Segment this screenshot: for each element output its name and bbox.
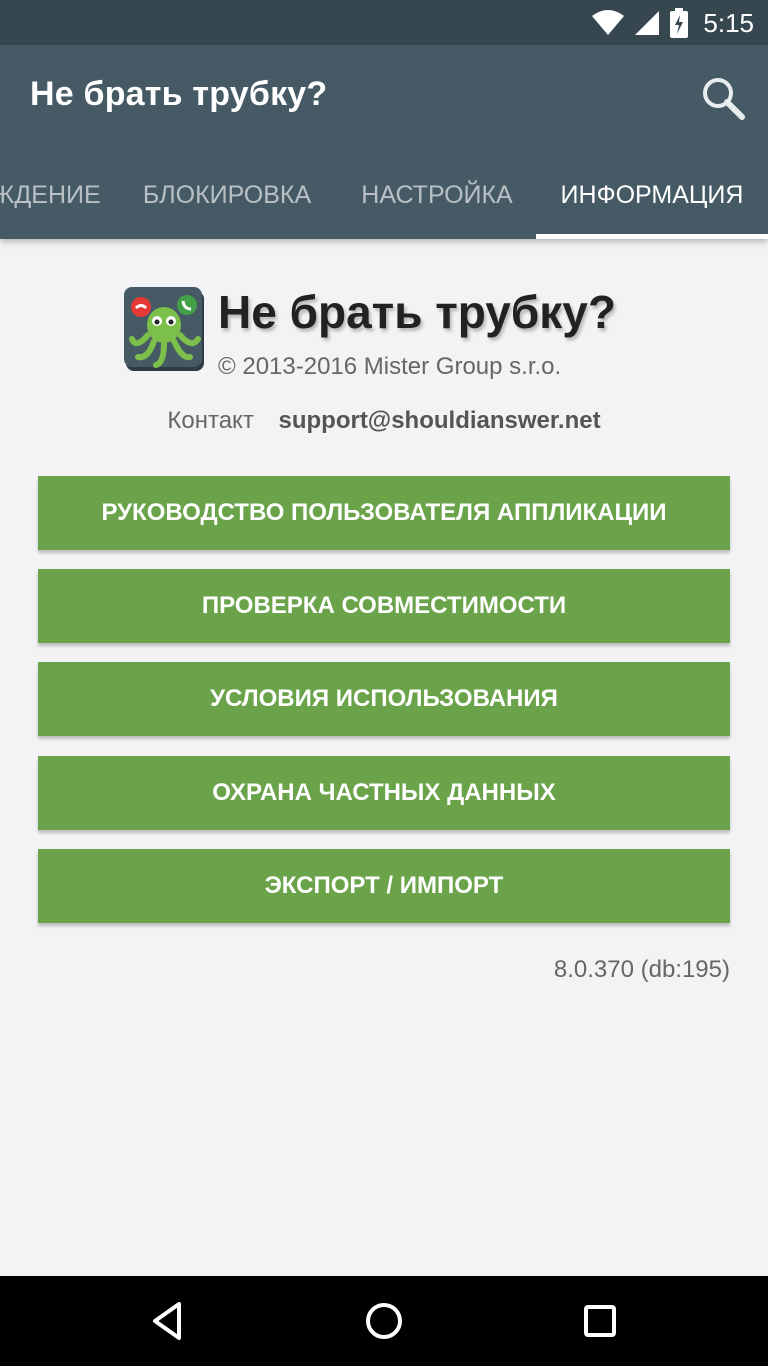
tab-screening[interactable]: ждение [0, 163, 102, 239]
tab-label: Информация [560, 181, 744, 209]
tab-blocking[interactable]: Блокировка [122, 163, 332, 239]
tab-label: Настройка [361, 181, 513, 209]
wifi-icon [592, 10, 625, 35]
signal-icon [635, 11, 660, 35]
contact-label: Контакт [167, 407, 254, 434]
tab-settings[interactable]: Настройка [340, 163, 534, 239]
app-title: Не брать трубку? [30, 75, 328, 113]
app-name: Не брать трубку? [218, 286, 616, 338]
tab-information[interactable]: Информация [536, 163, 768, 239]
info-content: Не брать трубку? © 2013-2016 Mister Grou… [0, 239, 768, 1276]
status-time: 5:15 [703, 7, 754, 38]
status-icons: 5:15 [591, 6, 754, 40]
navigation-bar [0, 1276, 768, 1366]
tab-label: Блокировка [142, 181, 312, 209]
octopus-logo-icon [124, 287, 204, 371]
contact-row: Контакт support@shouldianswer.net [0, 407, 768, 435]
version-text: 8.0.370 (db:195) [553, 956, 730, 983]
battery-charging-icon [670, 8, 689, 38]
app-bar: Не брать трубку? ждение Блокировка Настр… [0, 45, 768, 239]
status-bar: 5:15 [0, 0, 768, 45]
compatibility-check-button[interactable]: Проверка совместимости [38, 569, 730, 643]
copyright-text: © 2013-2016 Mister Group s.r.o. [218, 353, 562, 380]
tab-label: ждение [0, 181, 101, 209]
terms-of-use-button[interactable]: Условия использования [38, 662, 730, 736]
contact-email-link[interactable]: support@shouldianswer.net [278, 407, 600, 434]
tab-bar: ждение Блокировка Настройка Информация [0, 163, 768, 239]
export-import-button[interactable]: Экспорт / Импорт [38, 849, 730, 923]
recents-icon[interactable] [575, 1296, 625, 1346]
user-guide-button[interactable]: Руководство пользователя аппликации [38, 476, 730, 550]
back-icon[interactable] [143, 1296, 193, 1346]
home-icon[interactable] [359, 1296, 409, 1346]
privacy-policy-button[interactable]: Охрана частных данных [38, 756, 730, 830]
search-icon[interactable] [700, 75, 746, 121]
